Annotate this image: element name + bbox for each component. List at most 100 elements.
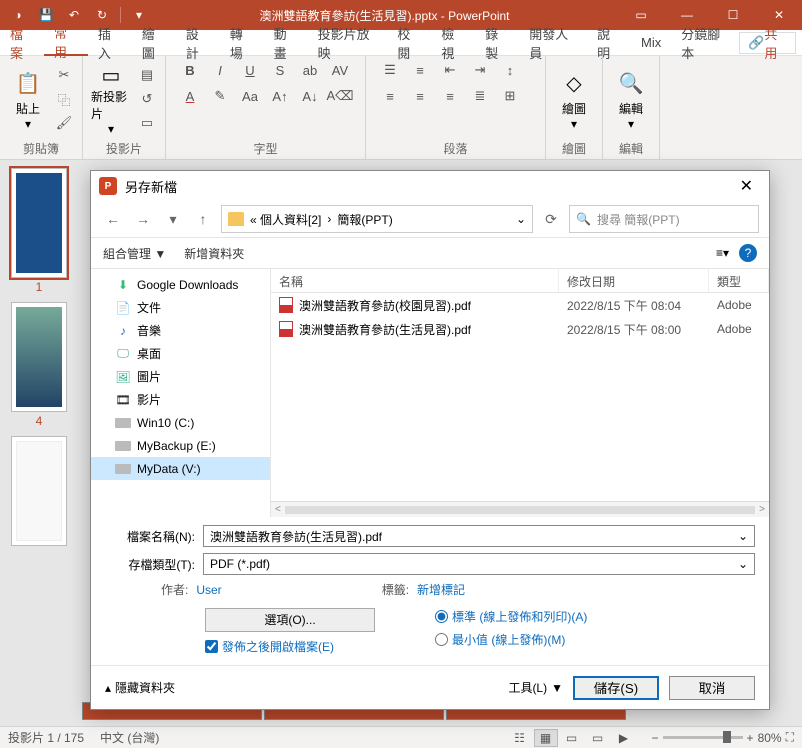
spacing-icon[interactable]: AV (330, 60, 350, 80)
filetype-select[interactable]: PDF (*.pdf)⌄ (203, 553, 755, 575)
tab-record[interactable]: 錄製 (475, 30, 519, 56)
horizontal-scrollbar[interactable]: <> (271, 501, 769, 517)
view-options-button[interactable]: ≡▾ (716, 246, 729, 260)
tags-value[interactable]: 新增標記 (417, 583, 465, 597)
help-icon[interactable]: ? (739, 244, 757, 262)
strike-icon[interactable]: S (270, 60, 290, 80)
new-folder-button[interactable]: 新增資料夾 (184, 245, 244, 262)
drawing-button[interactable]: ◇ 繪圖▾ (554, 63, 594, 135)
hide-folders-button[interactable]: ▴ 隱藏資料夾 (105, 679, 175, 696)
tab-animations[interactable]: 動畫 (264, 30, 308, 56)
indent-inc-icon[interactable]: ⇥ (470, 60, 490, 80)
refresh-button[interactable]: ⟳ (539, 207, 563, 231)
file-row[interactable]: 澳洲雙語教育參訪(校園見習).pdf 2022/8/15 下午 08:04 Ad… (271, 293, 769, 317)
filename-input[interactable]: 澳洲雙語教育參訪(生活見習).pdf⌄ (203, 525, 755, 547)
justify-icon[interactable]: ≣ (470, 86, 490, 106)
nav-up-button[interactable]: ↑ (191, 207, 215, 231)
editing-button[interactable]: 🔍 編輯▾ (611, 63, 651, 135)
tree-drive-c[interactable]: Win10 (C:) (91, 411, 270, 434)
tree-music[interactable]: ♪音樂 (91, 319, 270, 342)
address-bar[interactable]: « 個人資料[2]› 簡報(PPT) ⌄ (221, 205, 533, 233)
tree-desktop[interactable]: 🖵桌面 (91, 342, 270, 365)
tree-videos[interactable]: 🎞影片 (91, 388, 270, 411)
nav-recent-button[interactable]: ▾ (161, 207, 185, 231)
file-row[interactable]: 澳洲雙語教育參訪(生活見習).pdf 2022/8/15 下午 08:00 Ad… (271, 317, 769, 341)
organize-button[interactable]: 組合管理 ▼ (103, 245, 166, 262)
tab-draw[interactable]: 繪圖 (132, 30, 176, 56)
layout-icon[interactable]: ▤ (137, 65, 157, 85)
radio-standard[interactable]: 標準 (線上發佈和列印)(A) (435, 608, 587, 625)
tools-dropdown[interactable]: 工具(L) ▼ (508, 679, 563, 696)
zoom-slider[interactable] (663, 736, 743, 739)
cut-icon[interactable]: ✂ (54, 65, 74, 85)
options-button[interactable]: 選項(O)... (205, 608, 375, 632)
tab-insert[interactable]: 插入 (88, 30, 132, 56)
align-center-icon[interactable]: ≡ (410, 86, 430, 106)
col-name[interactable]: 名稱 (271, 269, 559, 292)
bullets-icon[interactable]: ☰ (380, 60, 400, 80)
nav-back-button[interactable]: ← (101, 207, 125, 231)
slide-thumb-next[interactable] (11, 436, 67, 546)
author-value[interactable]: User (196, 583, 221, 597)
tab-transitions[interactable]: 轉場 (220, 30, 264, 56)
copy-icon[interactable]: ⿻ (54, 89, 74, 109)
radio-minimum[interactable]: 最小值 (線上發佈)(M) (435, 631, 587, 648)
dialog-close-button[interactable]: ✕ (732, 174, 761, 198)
search-input[interactable]: 🔍 搜尋 簡報(PPT) (569, 205, 759, 233)
zoom-level[interactable]: 80% (758, 731, 782, 745)
tab-help[interactable]: 說明 (587, 30, 631, 56)
tab-design[interactable]: 設計 (176, 30, 220, 56)
save-button[interactable]: 儲存(S) (573, 676, 659, 700)
col-type[interactable]: 類型 (709, 269, 769, 292)
section-icon[interactable]: ▭ (137, 113, 157, 133)
font-color-icon[interactable]: A (180, 86, 200, 106)
ribbon-options-icon[interactable]: ▭ (618, 0, 664, 30)
slideshow-view-button[interactable]: ▶ (612, 729, 636, 747)
tree-drive-v[interactable]: MyData (V:) (91, 457, 270, 480)
bold-icon[interactable]: B (180, 60, 200, 80)
columns-icon[interactable]: ⊞ (500, 86, 520, 106)
paste-button[interactable]: 📋 貼上▾ (8, 63, 48, 135)
notes-button[interactable]: ☷ (508, 729, 532, 747)
tab-home[interactable]: 常用 (44, 30, 88, 56)
align-right-icon[interactable]: ≡ (440, 86, 460, 106)
cancel-button[interactable]: 取消 (669, 676, 755, 700)
reset-icon[interactable]: ↺ (137, 89, 157, 109)
tab-review[interactable]: 校閱 (387, 30, 431, 56)
sorter-view-button[interactable]: ▭ (560, 729, 584, 747)
language-status[interactable]: 中文 (台灣) (100, 729, 159, 746)
highlight-icon[interactable]: ✎ (210, 86, 230, 106)
folder-tree[interactable]: ⬇Google Downloads 📄文件 ♪音樂 🖵桌面 🖼圖片 🎞影片 Wi… (91, 269, 271, 517)
col-date[interactable]: 修改日期 (559, 269, 709, 292)
shadow-icon[interactable]: ab (300, 60, 320, 80)
open-after-checkbox[interactable]: 發佈之後開啟檔案(E) (205, 638, 375, 655)
nav-forward-button[interactable]: → (131, 207, 155, 231)
tab-camtasia[interactable]: 分鏡腳本 (671, 30, 739, 56)
format-painter-icon[interactable]: 🖌 (54, 113, 74, 133)
italic-icon[interactable]: I (210, 60, 230, 80)
case-icon[interactable]: Aa (240, 86, 260, 106)
tree-documents[interactable]: 📄文件 (91, 296, 270, 319)
tab-slideshow[interactable]: 投影片放映 (308, 30, 388, 56)
normal-view-button[interactable]: ▦ (534, 729, 558, 747)
tab-mix[interactable]: Mix (631, 30, 671, 56)
fit-button[interactable]: ⛶ (786, 730, 794, 745)
tree-google-downloads[interactable]: ⬇Google Downloads (91, 273, 270, 296)
numbers-icon[interactable]: ≡ (410, 60, 430, 80)
clear-icon[interactable]: A⌫ (330, 86, 350, 106)
tab-view[interactable]: 檢視 (431, 30, 475, 56)
shrink-icon[interactable]: A↓ (300, 86, 320, 106)
zoom-in-button[interactable]: + (747, 731, 754, 745)
share-button[interactable]: 🔗 共用 (739, 32, 796, 54)
slide-thumb-1[interactable]: 1 (11, 168, 67, 294)
line-spacing-icon[interactable]: ↕ (500, 60, 520, 80)
tree-drive-e[interactable]: MyBackup (E:) (91, 434, 270, 457)
align-left-icon[interactable]: ≡ (380, 86, 400, 106)
tab-file[interactable]: 檔案 (0, 30, 44, 56)
grow-icon[interactable]: A↑ (270, 86, 290, 106)
reading-view-button[interactable]: ▭ (586, 729, 610, 747)
underline-icon[interactable]: U (240, 60, 260, 80)
slide-counter[interactable]: 投影片 1 / 175 (8, 729, 84, 746)
indent-dec-icon[interactable]: ⇤ (440, 60, 460, 80)
tree-pictures[interactable]: 🖼圖片 (91, 365, 270, 388)
